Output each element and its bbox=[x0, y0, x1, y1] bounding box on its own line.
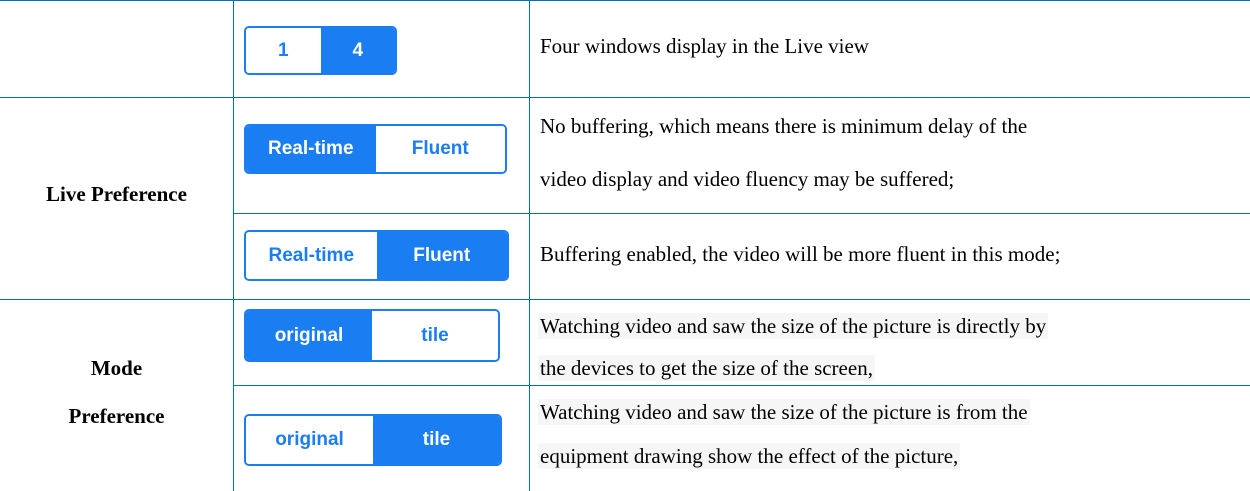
toggle-option-realtime[interactable]: Real-time bbox=[246, 232, 377, 279]
toggle-option-original[interactable]: original bbox=[246, 311, 372, 360]
col-divider-2 bbox=[529, 0, 530, 491]
toggle-option-fluent[interactable]: Fluent bbox=[376, 232, 507, 279]
live-preference-toggle-realtime[interactable]: Real-time Fluent bbox=[244, 124, 507, 174]
toggle-option-original[interactable]: original bbox=[246, 416, 373, 464]
live-preference-toggle-fluent[interactable]: Real-time Fluent bbox=[244, 230, 509, 281]
row-divider-3 bbox=[0, 299, 1250, 300]
row-description-line-1: No buffering, which means there is minim… bbox=[540, 114, 1028, 138]
settings-table: 1 4 Four windows display in the Live vie… bbox=[0, 0, 1250, 491]
toggle-option-4[interactable]: 4 bbox=[320, 28, 395, 73]
row-description-line-2: equipment drawing show the effect of the… bbox=[538, 443, 961, 469]
row-label-live-preference: Live Preference bbox=[46, 182, 187, 206]
row-description-line-1: Watching video and saw the size of the p… bbox=[538, 313, 1049, 339]
toggle-option-realtime[interactable]: Real-time bbox=[246, 126, 376, 172]
row-divider-4 bbox=[233, 385, 1250, 386]
mode-preference-toggle-original[interactable]: original tile bbox=[244, 309, 500, 362]
col-divider-1 bbox=[233, 0, 234, 491]
row-label-mode-preference-line-2: Preference bbox=[68, 404, 165, 428]
row-description-line-1: Watching video and saw the size of the p… bbox=[538, 399, 1030, 425]
toggle-option-tile[interactable]: tile bbox=[373, 416, 500, 464]
row-description: Buffering enabled, the video will be mor… bbox=[540, 242, 1061, 266]
table-border-top bbox=[0, 0, 1250, 1]
toggle-option-1[interactable]: 1 bbox=[246, 28, 321, 73]
mode-preference-toggle-tile[interactable]: original tile bbox=[244, 414, 502, 466]
row-divider-1 bbox=[0, 97, 1250, 98]
toggle-option-fluent[interactable]: Fluent bbox=[375, 126, 505, 172]
row-label-mode-preference-line-1: Mode bbox=[90, 356, 143, 380]
row-description-line-2: video display and video fluency may be s… bbox=[540, 167, 955, 191]
row-description-line-2: the devices to get the size of the scree… bbox=[538, 355, 875, 381]
row-description: Four windows display in the Live view bbox=[540, 34, 869, 58]
toggle-option-tile[interactable]: tile bbox=[372, 311, 498, 360]
row-divider-2 bbox=[233, 213, 1250, 214]
window-count-toggle[interactable]: 1 4 bbox=[244, 26, 397, 75]
